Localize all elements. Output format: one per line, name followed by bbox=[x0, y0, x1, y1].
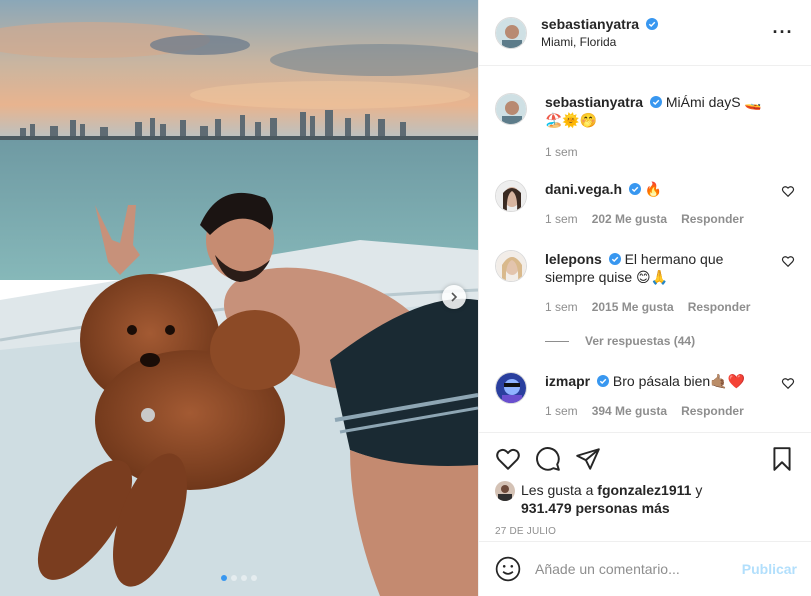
post-actions: Les gusta a fgonzalez1911 y 931.479 pers… bbox=[479, 432, 811, 537]
heart-icon[interactable] bbox=[781, 376, 795, 390]
replies-divider bbox=[545, 340, 569, 342]
emoji-icon[interactable] bbox=[495, 556, 521, 582]
carousel-indicator bbox=[0, 575, 478, 581]
comments-list: sebastianyatra MiÁmi dayS 🚤🏖️🌞🤭 1 sem da… bbox=[479, 67, 811, 432]
reply-button[interactable]: Responder bbox=[681, 402, 744, 420]
verified-badge-icon bbox=[628, 183, 641, 195]
carousel-dot bbox=[241, 575, 247, 581]
comment-likes[interactable]: 202 Me gusta bbox=[592, 210, 667, 228]
carousel-dot bbox=[251, 575, 257, 581]
author-avatar[interactable] bbox=[495, 16, 527, 49]
comment-input[interactable] bbox=[535, 561, 742, 577]
likes-suffix: y bbox=[695, 482, 703, 498]
comment-item: dani.vega.h 🔥 1 sem 202 Me gusta Respond… bbox=[495, 180, 795, 228]
comment-username[interactable]: lelepons bbox=[545, 251, 602, 267]
carousel-dot bbox=[231, 575, 237, 581]
reply-button[interactable]: Responder bbox=[681, 210, 744, 228]
comment-time[interactable]: 1 sem bbox=[545, 402, 578, 420]
post-date[interactable]: 27 DE JULIO bbox=[495, 526, 795, 537]
verified-badge-icon bbox=[645, 17, 658, 30]
publish-button[interactable]: Publicar bbox=[742, 561, 797, 577]
verified-badge-icon bbox=[608, 253, 621, 265]
liker-username[interactable]: fgonzalez1911 bbox=[597, 482, 691, 498]
bookmark-icon[interactable] bbox=[769, 446, 795, 472]
next-slide-button[interactable] bbox=[442, 285, 466, 309]
caption-time[interactable]: 1 sem bbox=[545, 143, 578, 161]
comment-username[interactable]: dani.vega.h bbox=[545, 181, 622, 197]
likes-summary: Les gusta a fgonzalez1911 y 931.479 pers… bbox=[495, 481, 795, 517]
comment-time[interactable]: 1 sem bbox=[545, 210, 578, 228]
view-replies-button[interactable]: Ver respuestas (44) bbox=[545, 334, 695, 348]
comment-avatar[interactable] bbox=[495, 250, 527, 282]
more-options-icon[interactable]: ··· bbox=[771, 22, 795, 43]
verified-badge-icon bbox=[649, 96, 662, 108]
comment-item: izmapr Bro pásala bien🤙🏽❤️ 1 sem 394 Me … bbox=[495, 372, 795, 420]
comment-likes[interactable]: 2015 Me gusta bbox=[592, 298, 674, 316]
instagram-post: sebastianyatra Miami, Florida ··· sebast… bbox=[0, 0, 811, 596]
post-media[interactable] bbox=[0, 0, 478, 596]
reply-button[interactable]: Responder bbox=[688, 298, 751, 316]
view-replies-label: Ver respuestas (44) bbox=[585, 334, 696, 348]
comment-item: lelepons El hermano que siempre quise 😊🙏… bbox=[495, 250, 795, 316]
chevron-right-icon bbox=[451, 292, 458, 302]
comment-username[interactable]: izmapr bbox=[545, 373, 590, 389]
heart-icon[interactable] bbox=[781, 184, 795, 198]
post-photo bbox=[0, 0, 478, 596]
caption-avatar[interactable] bbox=[495, 93, 527, 125]
add-comment-bar: Publicar bbox=[479, 541, 811, 596]
comment-icon[interactable] bbox=[535, 446, 561, 472]
post-location[interactable]: Miami, Florida bbox=[541, 33, 771, 51]
like-heart-icon[interactable] bbox=[495, 446, 521, 472]
likes-prefix: Les gusta a bbox=[521, 482, 594, 498]
verified-badge-icon bbox=[597, 375, 610, 387]
share-icon[interactable] bbox=[575, 446, 601, 472]
comment-avatar[interactable] bbox=[495, 180, 527, 212]
carousel-dot bbox=[221, 575, 227, 581]
post-header: sebastianyatra Miami, Florida ··· bbox=[479, 0, 811, 66]
likes-count[interactable]: 931.479 personas más bbox=[521, 500, 670, 516]
author-username[interactable]: sebastianyatra bbox=[541, 16, 639, 32]
heart-icon[interactable] bbox=[781, 254, 795, 268]
liker-avatar[interactable] bbox=[495, 481, 515, 501]
caption-username[interactable]: sebastianyatra bbox=[545, 94, 643, 110]
comment-text: 🔥 bbox=[644, 181, 663, 197]
comment-likes[interactable]: 394 Me gusta bbox=[592, 402, 667, 420]
comment-time[interactable]: 1 sem bbox=[545, 298, 578, 316]
post-side-panel: sebastianyatra Miami, Florida ··· sebast… bbox=[478, 0, 811, 596]
caption: sebastianyatra MiÁmi dayS 🚤🏖️🌞🤭 1 sem bbox=[495, 93, 795, 161]
comment-avatar[interactable] bbox=[495, 372, 527, 404]
comment-text: Bro pásala bien🤙🏽❤️ bbox=[612, 373, 746, 389]
